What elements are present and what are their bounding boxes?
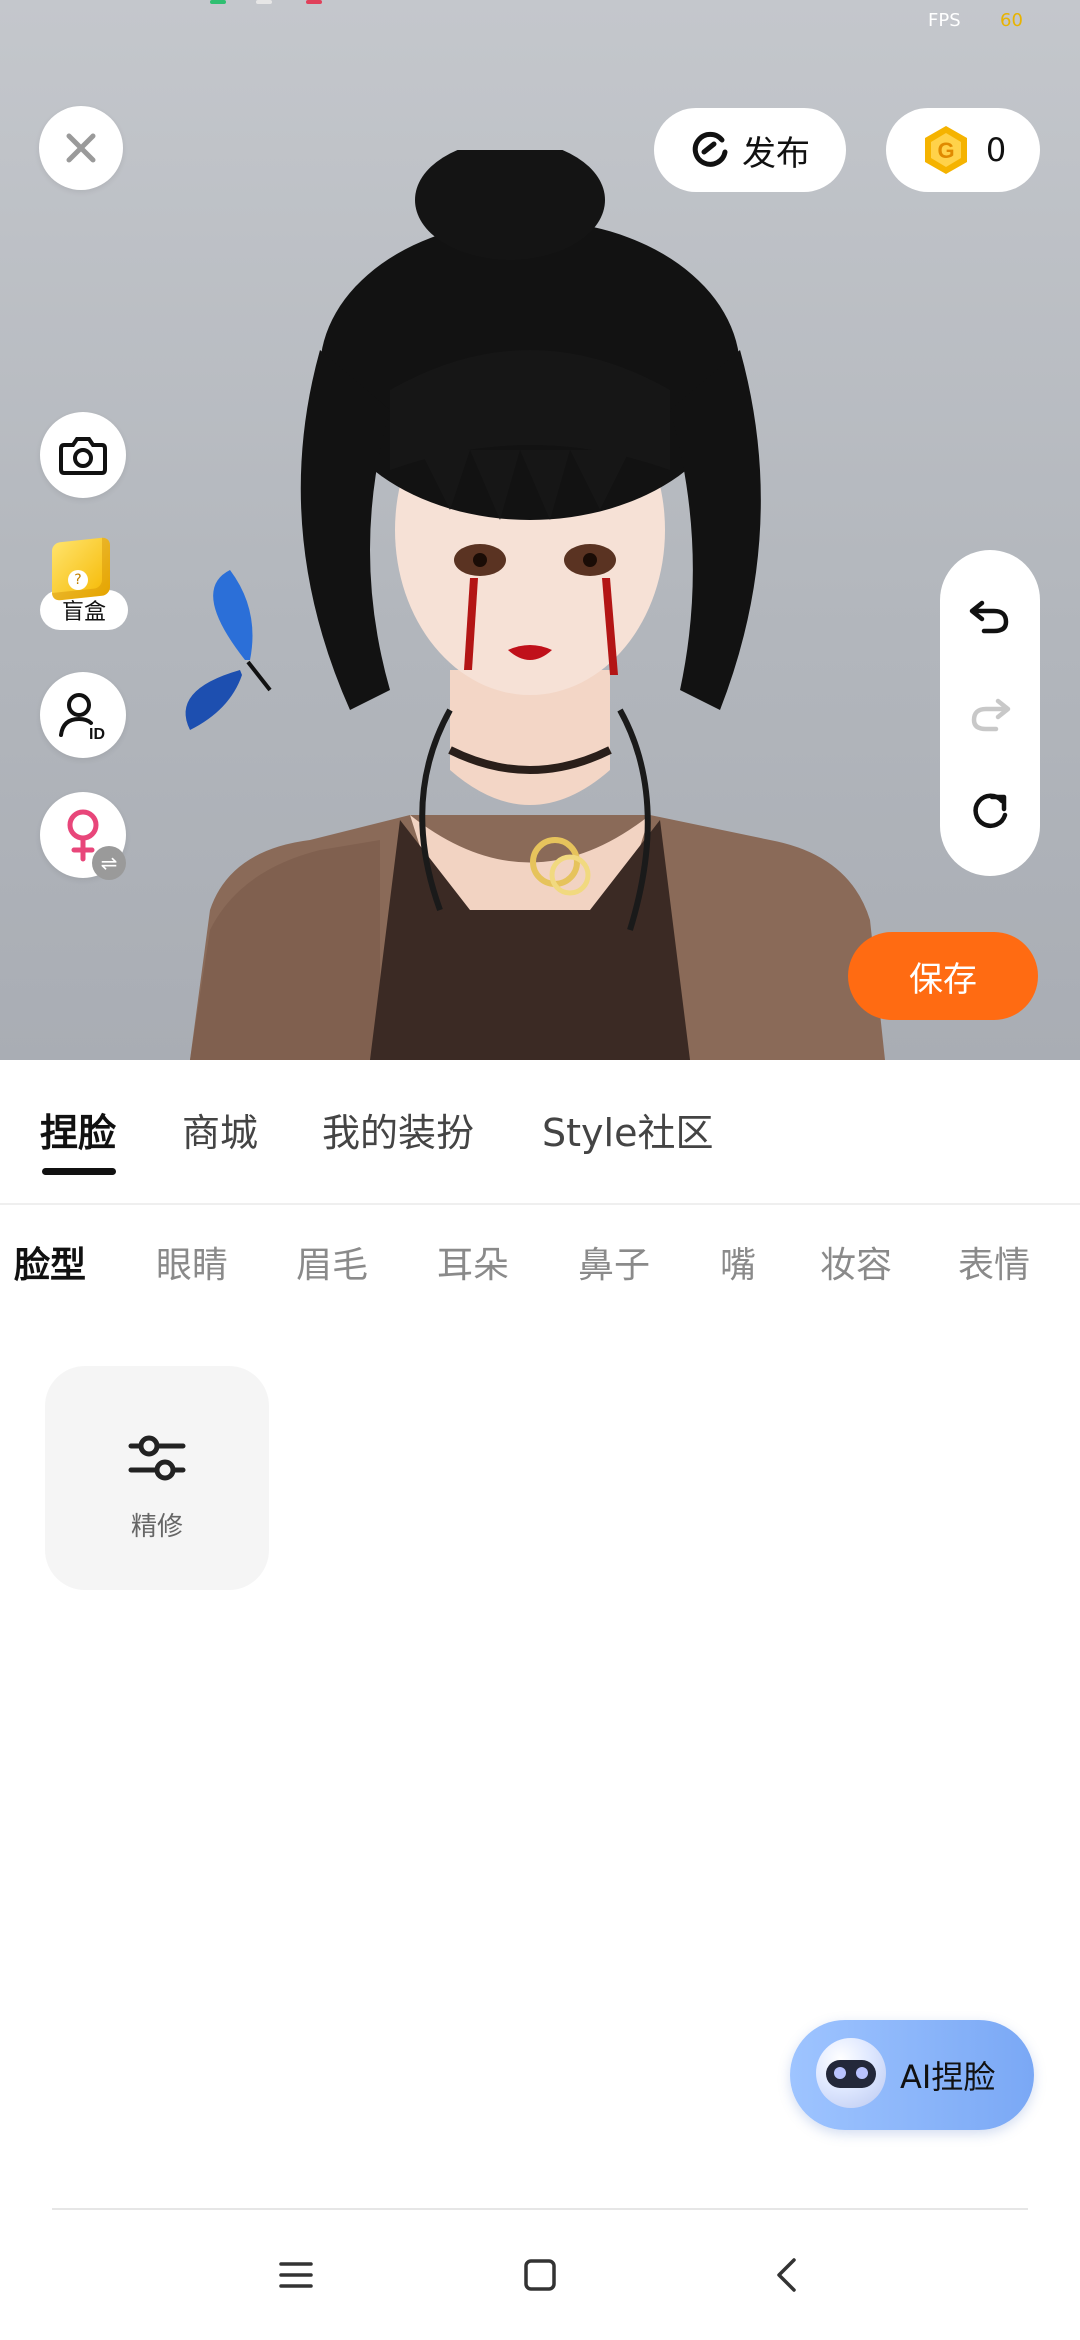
close-button[interactable] <box>39 106 123 190</box>
coin-count: 0 <box>985 131 1007 169</box>
menu-button[interactable] <box>266 2245 326 2305</box>
history-panel <box>940 550 1040 876</box>
reset-button[interactable] <box>965 786 1015 836</box>
user-id-icon: ID <box>59 693 105 741</box>
blindbox-button[interactable]: 盲盒 ? <box>40 536 128 640</box>
category-ears[interactable]: 耳朵 <box>437 1236 509 1288</box>
category-expression[interactable]: 表情 <box>958 1236 1030 1288</box>
nav-divider <box>52 2208 1028 2210</box>
category-eyebrows[interactable]: 眉毛 <box>296 1236 368 1288</box>
fps-value: 60 <box>1000 10 1023 31</box>
face-category-bar: 脸型 眼睛 眉毛 耳朵 鼻子 嘴 妆容 表情 <box>0 1206 1080 1316</box>
menu-icon <box>279 2262 313 2288</box>
swap-icon: ⇌ <box>92 846 126 880</box>
category-nose[interactable]: 鼻子 <box>578 1236 650 1288</box>
close-icon <box>66 133 96 163</box>
ai-face-button[interactable]: AI捏脸 <box>790 2020 1034 2130</box>
main-tab-bar: 捏脸 商城 我的装扮 Style社区 <box>0 1060 1080 1204</box>
tab-my-outfits[interactable]: 我的装扮 <box>322 1102 474 1157</box>
tab-mall[interactable]: 商城 <box>182 1102 258 1157</box>
camera-icon <box>59 437 107 475</box>
ai-face-label: AI捏脸 <box>900 2058 996 2096</box>
fine-tune-label: 精修 <box>130 1512 183 1542</box>
coin-balance[interactable]: G 0 <box>886 108 1040 192</box>
avatar-id-button[interactable]: ID <box>40 672 126 758</box>
undo-icon <box>969 600 1009 634</box>
publish-icon <box>692 131 728 167</box>
home-square-icon <box>524 2259 556 2291</box>
publish-button[interactable]: 发布 <box>654 108 846 192</box>
ai-robot-icon <box>816 2038 886 2108</box>
svg-text:ID: ID <box>89 726 105 741</box>
tab-face-edit[interactable]: 捏脸 <box>40 1102 116 1157</box>
avatar-preview[interactable]: FPS 60 发布 G 0 盲盒 ? ID ⇌ 保存 <box>0 0 1080 1060</box>
fine-tune-card[interactable]: 精修 <box>45 1366 269 1590</box>
tab-divider <box>0 1203 1080 1205</box>
redo-button[interactable] <box>965 688 1015 738</box>
camera-button[interactable] <box>40 412 126 498</box>
svg-text:G: G <box>937 138 954 163</box>
active-tab-indicator <box>42 1168 116 1175</box>
coin-icon: G <box>924 126 967 174</box>
fps-label: FPS <box>928 10 961 31</box>
undo-button[interactable] <box>965 590 1015 640</box>
category-eyes[interactable]: 眼睛 <box>156 1236 228 1288</box>
category-mouth[interactable]: 嘴 <box>720 1236 756 1288</box>
save-button[interactable]: 保存 <box>848 932 1038 1020</box>
publish-label: 发布 <box>742 133 810 174</box>
category-makeup[interactable]: 妆容 <box>820 1236 892 1288</box>
question-mark-icon: ? <box>68 570 88 590</box>
blindbox-icon <box>52 536 110 602</box>
tab-style-community[interactable]: Style社区 <box>542 1102 713 1157</box>
home-button[interactable] <box>510 2245 570 2305</box>
butterfly-hair-accessory <box>185 570 272 730</box>
redo-icon <box>971 698 1011 732</box>
back-button[interactable] <box>756 2245 816 2305</box>
category-face-shape[interactable]: 脸型 <box>14 1236 86 1288</box>
status-bar-indicators <box>210 0 330 4</box>
back-chevron-icon <box>777 2258 796 2292</box>
avatar-character[interactable] <box>150 150 910 1060</box>
reset-icon <box>973 793 1008 829</box>
sliders-icon <box>128 1435 186 1481</box>
